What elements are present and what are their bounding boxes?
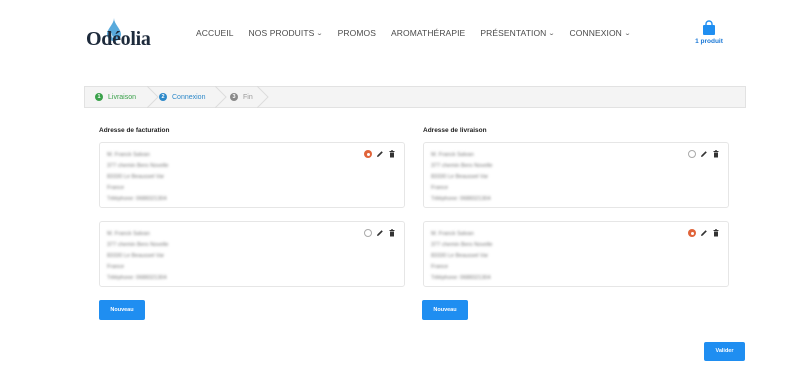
card-actions <box>364 150 396 158</box>
pencil-icon[interactable] <box>376 229 384 237</box>
cart-count: 1 produit <box>695 38 723 45</box>
trash-icon[interactable] <box>388 229 396 237</box>
card-actions <box>688 229 720 237</box>
address-line: France <box>107 264 125 270</box>
pencil-icon[interactable] <box>376 150 384 158</box>
shopping-bag-icon <box>703 20 715 35</box>
step-connexion[interactable]: 2 Connexion <box>159 87 205 107</box>
address-line: France <box>431 185 449 191</box>
card-actions <box>364 229 396 237</box>
nav-item-nos-produits[interactable]: NOS PRODUITS ⌄ <box>248 28 324 38</box>
step-number: 1 <box>95 93 103 101</box>
step-label: Livraison <box>108 93 137 101</box>
address-lines: M. Franck Salvan 377 chemin Bero Novelle… <box>107 150 168 205</box>
address-line: 83330 Le Beausset Var <box>431 174 489 180</box>
step-label: Connexion <box>172 93 206 101</box>
select-address-radio[interactable] <box>364 229 372 237</box>
billing-address-card[interactable]: M. Franck Salvan 377 chemin Bero Novelle… <box>99 142 405 208</box>
brand-name: Odéolia <box>86 28 151 50</box>
address-line: 377 chemin Bero Novelle <box>431 163 493 169</box>
nav-item-label: PROMOS <box>337 28 376 38</box>
address-lines: M. Franck Salvan 377 chemin Bero Novelle… <box>107 229 168 284</box>
shipping-address-card[interactable]: M. Franck Salvan 377 chemin Bero Novelle… <box>423 142 729 208</box>
address-line: France <box>107 185 125 191</box>
trash-icon[interactable] <box>712 229 720 237</box>
address-line: M. Franck Salvan <box>431 231 474 237</box>
nav-item-accueil[interactable]: ACCUEIL <box>196 28 234 38</box>
address-line: 83330 Le Beausset Var <box>107 253 165 259</box>
pencil-icon[interactable] <box>700 229 708 237</box>
step-separator-icon <box>257 86 269 108</box>
nav-item-label: ACCUEIL <box>196 28 234 38</box>
nav-item-label: CONNEXION <box>569 28 622 38</box>
site-header: Odéolia ACCUEIL NOS PRODUITS ⌄ PROMOS AR… <box>0 0 800 70</box>
shipping-address-card[interactable]: M. Franck Salvan 377 chemin Bero Novelle… <box>423 221 729 287</box>
validate-button[interactable]: Valider <box>704 342 745 361</box>
nav-item-label: NOS PRODUITS <box>248 28 315 38</box>
address-line: Téléphone: 0688321304 <box>107 196 167 202</box>
address-line: 377 chemin Bero Novelle <box>107 163 169 169</box>
nav-item-aromatherapie[interactable]: AROMATHÉRAPIE <box>391 28 465 38</box>
trash-icon[interactable] <box>712 150 720 158</box>
select-address-radio[interactable] <box>688 229 696 237</box>
select-address-radio[interactable] <box>364 150 372 158</box>
address-line: Téléphone: 0688321304 <box>431 275 491 281</box>
nav-item-label: AROMATHÉRAPIE <box>390 28 466 38</box>
address-line: M. Franck Salvan <box>107 152 150 158</box>
trash-icon[interactable] <box>388 150 396 158</box>
chevron-down-icon: ⌄ <box>316 30 324 37</box>
nav-item-promos[interactable]: PROMOS <box>338 28 376 38</box>
address-line: 83330 Le Beausset Var <box>431 253 489 259</box>
address-line: M. Franck Salvan <box>431 152 474 158</box>
main-nav: ACCUEIL NOS PRODUITS ⌄ PROMOS AROMATHÉRA… <box>196 28 645 38</box>
address-lines: M. Franck Salvan 377 chemin Bero Novelle… <box>431 150 492 205</box>
address-line: 377 chemin Bero Novelle <box>431 242 493 248</box>
step-number: 2 <box>159 93 167 101</box>
checkout-steps: 1 Livraison 2 Connexion 3 Fin <box>84 86 746 108</box>
address-line: 83330 Le Beausset Var <box>107 174 165 180</box>
address-line: France <box>431 264 449 270</box>
shipping-title: Adresse de livraison <box>423 127 487 134</box>
nav-item-presentation[interactable]: PRÉSENTATION ⌄ <box>480 28 556 38</box>
logo[interactable]: Odéolia <box>86 18 151 52</box>
step-livraison[interactable]: 1 Livraison <box>95 87 136 107</box>
card-actions <box>688 150 720 158</box>
address-line: 377 chemin Bero Novelle <box>107 242 169 248</box>
step-separator-icon <box>147 86 159 108</box>
address-line: M. Franck Salvan <box>107 231 150 237</box>
pencil-icon[interactable] <box>700 150 708 158</box>
billing-title: Adresse de facturation <box>99 127 170 134</box>
nav-item-label: PRÉSENTATION <box>480 28 547 38</box>
address-lines: M. Franck Salvan 377 chemin Bero Novelle… <box>431 229 492 284</box>
address-line: Téléphone: 0688321304 <box>107 275 167 281</box>
billing-address-card[interactable]: M. Franck Salvan 377 chemin Bero Novelle… <box>99 221 405 287</box>
address-line: Téléphone: 0688321304 <box>431 196 491 202</box>
chevron-down-icon: ⌄ <box>548 30 556 37</box>
nav-item-connexion[interactable]: CONNEXION ⌄ <box>570 28 631 38</box>
new-shipping-address-button[interactable]: Nouveau <box>422 300 468 320</box>
cart-button[interactable]: 1 produit <box>694 20 724 45</box>
new-billing-address-button[interactable]: Nouveau <box>99 300 145 320</box>
select-address-radio[interactable] <box>688 150 696 158</box>
step-fin: 3 Fin <box>230 87 253 107</box>
chevron-down-icon: ⌄ <box>623 30 632 37</box>
step-label: Fin <box>243 93 253 101</box>
step-number: 3 <box>230 93 238 101</box>
step-separator-icon <box>215 86 227 108</box>
